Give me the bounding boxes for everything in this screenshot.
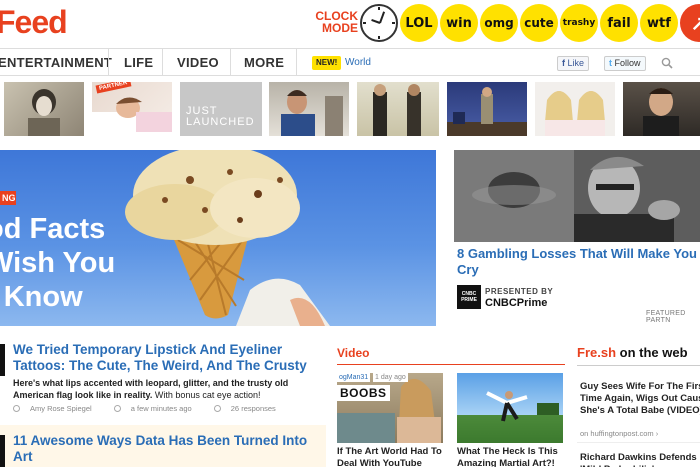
video-divider [337, 364, 565, 365]
thumbnail-twins[interactable] [535, 82, 615, 136]
story-description: Here's what lips accented with leopard, … [13, 377, 313, 401]
featured-partner-label: FEATURED PARTN [646, 310, 686, 324]
video-thumbnail-art[interactable]: ogMan31 1 day ago BOOBS [337, 373, 443, 443]
hero-title[interactable]: od Facts Wish You t Know [0, 212, 166, 314]
fresh-section-heading[interactable]: Fre.sh on the web [577, 345, 688, 360]
badge-omg[interactable]: omg [480, 4, 518, 42]
site-logo[interactable]: Feed [0, 4, 68, 41]
twitter-follow-label: Follow [614, 58, 641, 68]
responses-link[interactable]: 26 responses [213, 404, 286, 413]
video-caption[interactable]: What The Heck Is This Amazing Martial Ar… [457, 446, 572, 467]
just-launched-label: JUST LAUNCHED [186, 105, 255, 128]
hero-title-line: od Facts [0, 213, 106, 245]
fresh-item-title[interactable]: Richard Dawkins Defends 'Mild Pedophilia… [580, 452, 700, 467]
video-caption[interactable]: If The Art World Had To Deal With YouTub… [337, 446, 452, 467]
fresh-heading-rest: on the web [616, 345, 688, 360]
clock-icon[interactable] [360, 4, 398, 42]
nav-divider [296, 49, 297, 75]
hero-title-line: t Know [0, 281, 83, 313]
new-badge: NEW! [312, 56, 342, 70]
sponsored-feature: 8 Gambling Losses That Will Make You Cry… [454, 150, 700, 326]
facebook-like-button[interactable]: f Like [557, 56, 590, 71]
story-title[interactable]: We Tried Temporary Lipstick And Eyeliner… [13, 342, 323, 374]
story-thumbnail-edge [0, 435, 5, 467]
fresh-brand: Fre.sh [577, 345, 617, 360]
thumbnail-sleeping-child[interactable]: PARTNER [92, 82, 172, 136]
thumbnail-two-men[interactable] [357, 82, 439, 136]
author-avatar-icon [13, 405, 20, 412]
twitter-follow-button[interactable]: t Follow [604, 56, 646, 71]
nav-world-link[interactable]: World [345, 49, 371, 77]
feature-image-gambler[interactable] [454, 150, 700, 242]
fresh-item-divider [577, 442, 700, 443]
timestamp: a few minutes ago [113, 404, 202, 413]
author-link[interactable]: Amy Rose Spiegel [13, 404, 102, 413]
video-uploader: ogMan31 [337, 373, 371, 382]
timestamp-text: a few minutes ago [130, 404, 192, 413]
badge-win[interactable]: win [440, 4, 478, 42]
video-section-heading[interactable]: Video [337, 346, 369, 360]
trending-arrow-icon[interactable]: ↗ [680, 4, 700, 42]
feature-title[interactable]: 8 Gambling Losses That Will Make You Cry [457, 246, 700, 278]
hero-story[interactable]: NG od Facts Wish You t Know [0, 150, 436, 326]
fresh-divider [577, 365, 700, 366]
responses-count: 26 responses [230, 404, 276, 413]
nav-divider [108, 49, 109, 75]
hero-title-line: Wish You [0, 247, 116, 279]
badge-wtf[interactable]: wtf [640, 4, 678, 42]
thumbnail-just-launched[interactable]: JUST LAUNCHED [180, 82, 262, 136]
comment-icon [213, 405, 221, 412]
nav-more[interactable]: MORE [244, 49, 284, 75]
nav-divider [230, 49, 231, 75]
fresh-item-title[interactable]: Guy Sees Wife For The First Time Again, … [580, 381, 700, 417]
thumbnail-man-in-suit[interactable] [623, 82, 700, 136]
badge-cute[interactable]: cute [520, 4, 558, 42]
nav-divider [162, 49, 163, 75]
story-title[interactable]: 11 Awesome Ways Data Has Been Turned Int… [13, 433, 313, 465]
story-meta: Amy Rose Spiegel a few minutes ago 26 re… [13, 404, 296, 413]
thumbnail-man-portrait[interactable] [269, 82, 349, 136]
fresh-item-source[interactable]: on huffingtonpost.com › [580, 429, 658, 438]
video-thumbnail-martial-art[interactable] [457, 373, 563, 443]
clock-small-icon [113, 405, 121, 412]
main-nav: ENTERTAINMENT LIFE VIDEO MORE NEW! World… [0, 48, 700, 76]
badge-trashy[interactable]: trashy [560, 4, 598, 42]
facebook-like-label: Like [567, 58, 585, 68]
cnbc-prime-logo[interactable]: CNBC PRIME [457, 285, 481, 309]
hero-category-tag: NG [0, 191, 16, 205]
presented-by-label: PRESENTED BY [485, 287, 554, 296]
story-thumbnail-edge [0, 344, 5, 376]
search-icon[interactable] [661, 57, 673, 69]
clock-mode-link[interactable]: CLOCK MODE [312, 10, 358, 34]
author-name: Amy Rose Spiegel [30, 404, 92, 413]
thumbnail-strip: PARTNER JUST LAUNCHED [0, 82, 700, 138]
badge-fail[interactable]: fail [600, 4, 638, 42]
nav-entertainment[interactable]: ENTERTAINMENT [0, 49, 112, 75]
thumbnail-stage[interactable] [447, 82, 527, 136]
badge-lol[interactable]: LOL [400, 4, 438, 42]
video-overlay-text: BOOBS [337, 385, 390, 401]
sponsor-name[interactable]: CNBCPrime [485, 297, 547, 309]
story-description-sub: With bonus cat eye action! [154, 390, 261, 400]
video-age: 1 day ago [373, 373, 408, 382]
thumbnail-vintage-woman[interactable] [4, 82, 84, 136]
nav-video[interactable]: VIDEO [177, 49, 219, 75]
nav-life[interactable]: LIFE [124, 49, 153, 75]
site-header: Feed CLOCK MODE LOL win omg cute trashy … [0, 0, 700, 48]
